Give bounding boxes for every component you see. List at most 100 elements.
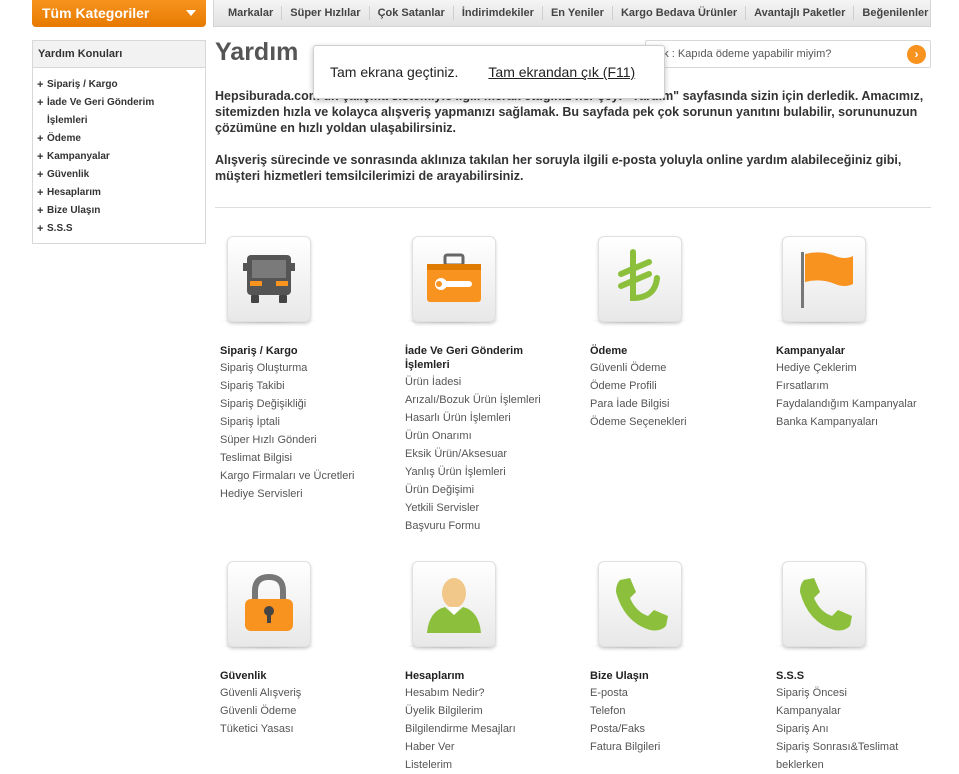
section-link[interactable]: Yanlış Ürün İşlemleri (405, 463, 555, 481)
section-link[interactable]: Eksik Ürün/Aksesuar (405, 445, 555, 463)
section-link[interactable]: Para İade Bilgisi (590, 395, 770, 413)
sidebar-item-guvenlik[interactable]: + Güvenlik (37, 166, 205, 184)
sidebar-item-odeme[interactable]: + Ödeme (37, 130, 205, 148)
user-icon (427, 578, 481, 633)
section-guvenlik: Güvenlik Güvenli Alışveriş Güvenli Ödeme… (220, 669, 400, 738)
section-link[interactable]: Hasarlı Ürün İşlemleri (405, 409, 555, 427)
section-link[interactable]: Süper Hızlı Gönderi (220, 431, 400, 449)
tile-bize-ulasin[interactable] (598, 561, 682, 647)
section-link[interactable]: Sipariş Öncesi (776, 684, 956, 702)
all-categories-label: Tüm Kategoriler (42, 5, 150, 21)
section-link[interactable]: Fırsatlarım (776, 377, 956, 395)
section-link[interactable]: Sipariş Takibi (220, 377, 400, 395)
section-link[interactable]: Hesabım Nedir? (405, 684, 585, 702)
sidebar-item-sss[interactable]: + S.S.S (37, 220, 205, 238)
help-topics-sidebar: Yardım Konuları + Sipariş / Kargo + İade V… (32, 40, 206, 244)
help-search-input[interactable]: nek : Kapıda ödeme yapabilir miyim? › (645, 40, 931, 68)
section-link[interactable]: Sipariş Değişikliği (220, 395, 400, 413)
nav-en-yeniler[interactable]: En Yeniler (543, 6, 613, 20)
tile-kampanyalar[interactable] (782, 236, 866, 322)
section-link[interactable]: Haber Ver (405, 738, 585, 756)
section-link[interactable]: Faydalandığım Kampanyalar (776, 395, 956, 413)
section-link[interactable]: Telefon (590, 702, 770, 720)
section-link[interactable]: Ürün Onarımı (405, 427, 555, 445)
section-title: Kampanyalar (776, 345, 846, 357)
nav-begenilenler[interactable]: Beğenilenler (854, 6, 936, 20)
section-link[interactable]: Güvenli Alışveriş (220, 684, 400, 702)
section-title: İade Ve Geri Gönderim İşlemleri (405, 345, 523, 371)
section-title: Ödeme (590, 345, 628, 357)
nav-markalar[interactable]: Markalar (220, 6, 283, 20)
section-link[interactable]: Posta/Faks (590, 720, 770, 738)
section-link[interactable]: beklerken (776, 756, 956, 774)
section-link[interactable]: Ödeme Seçenekleri (590, 413, 770, 431)
divider (215, 207, 931, 208)
plus-icon: + (37, 133, 44, 145)
section-sss: S.S.S Sipariş Öncesi Kampanyalar Sipariş… (776, 669, 956, 774)
nav-indirimdekiler[interactable]: İndirimdekiler (454, 6, 543, 20)
tile-odeme[interactable] (598, 236, 682, 322)
intro-text: Hepsiburada.com un çalışma sistemiyle il… (215, 88, 931, 200)
section-link[interactable]: Ürün İadesi (405, 373, 555, 391)
section-title: Sipariş / Kargo (220, 345, 298, 357)
nav-super-hizlilar[interactable]: Süper Hızlılar (282, 6, 370, 20)
section-link[interactable]: Banka Kampanyaları (776, 413, 956, 431)
nav-kargo-bedava[interactable]: Kargo Bedava Ürünler (613, 6, 747, 20)
section-link[interactable]: Başvuru Formu (405, 517, 555, 535)
section-link[interactable]: Ödeme Profili (590, 377, 770, 395)
nav-cok-satanlar[interactable]: Çok Satanlar (370, 6, 454, 20)
section-link[interactable]: Sipariş İptali (220, 413, 400, 431)
tile-sss[interactable] (782, 561, 866, 647)
sidebar-item-label: Güvenlik (47, 169, 90, 180)
fullscreen-message: Tam ekrana geçtiniz. (330, 64, 459, 80)
plus-icon: + (37, 97, 44, 109)
section-link[interactable]: Teslimat Bilgisi (220, 449, 400, 467)
section-link[interactable]: Arızalı/Bozuk Ürün İşlemleri (405, 391, 555, 409)
plus-icon: + (37, 169, 44, 181)
section-title: Hesaplarım (405, 670, 465, 682)
section-link[interactable]: Kargo Firmaları ve Ücretleri (220, 467, 400, 485)
section-link[interactable]: Kampanyalar (776, 702, 956, 720)
section-link[interactable]: E-posta (590, 684, 770, 702)
sidebar-item-bize-ulasin[interactable]: + Bize Ulaşın (37, 202, 205, 220)
section-link[interactable]: Sipariş Sonrası&Teslimat (776, 738, 956, 756)
sidebar-item-hesaplarim[interactable]: + Hesaplarım (37, 184, 205, 202)
section-link[interactable]: Sipariş Anı (776, 720, 956, 738)
section-link[interactable]: Hediye Çeklerim (776, 359, 956, 377)
sidebar-item-siparis-kargo[interactable]: + Sipariş / Kargo (37, 76, 205, 94)
tile-siparis-kargo[interactable] (227, 236, 311, 322)
section-link[interactable]: Yetkili Servisler (405, 499, 555, 517)
section-siparis-kargo: Sipariş / Kargo Sipariş Oluşturma Sipari… (220, 344, 400, 503)
section-link[interactable]: Tüketici Yasası (220, 720, 400, 738)
section-title: Bize Ulaşın (590, 670, 649, 682)
nav-avantajli-paketler[interactable]: Avantajlı Paketler (746, 6, 855, 20)
sidebar-item-label: Ödeme (47, 133, 81, 144)
section-bize-ulasin: Bize Ulaşın E-posta Telefon Posta/Faks F… (590, 669, 770, 756)
section-link[interactable]: Listelerim (405, 756, 585, 774)
sidebar-item-label: S.S.S (47, 223, 73, 234)
search-go-button[interactable]: › (907, 45, 926, 64)
plus-icon: + (37, 79, 44, 91)
search-placeholder: nek : Kapıda ödeme yapabilir miyim? (651, 48, 832, 60)
plus-icon: + (37, 151, 44, 163)
section-link[interactable]: Fatura Bilgileri (590, 738, 770, 756)
all-categories-button[interactable]: Tüm Kategoriler (32, 0, 206, 27)
toolbox-icon (427, 253, 481, 302)
sidebar-item-kampanyalar[interactable]: + Kampanyalar (37, 148, 205, 166)
sidebar-item-label: İade Ve Geri Gönderim İşlemleri (46, 97, 155, 126)
sidebar-item-iade[interactable]: + İade Ve Geri Gönderim İşlemleri (37, 94, 197, 130)
sidebar-item-label: Hesaplarım (47, 187, 101, 198)
section-title: Güvenlik (220, 670, 267, 682)
page-title: Yardım (215, 38, 299, 66)
section-link[interactable]: Bilgilendirme Mesajları (405, 720, 585, 738)
tile-guvenlik[interactable] (227, 561, 311, 647)
section-link[interactable]: Hediye Servisleri (220, 485, 400, 503)
section-link[interactable]: Ürün Değişimi (405, 481, 555, 499)
section-link[interactable]: Üyelik Bilgilerim (405, 702, 585, 720)
tile-hesaplarim[interactable] (412, 561, 496, 647)
section-link[interactable]: Güvenli Ödeme (590, 359, 770, 377)
exit-fullscreen-link[interactable]: Tam ekrandan çık (F11) (488, 64, 635, 80)
tile-iade[interactable] (412, 236, 496, 322)
section-link[interactable]: Sipariş Oluşturma (220, 359, 400, 377)
section-link[interactable]: Güvenli Ödeme (220, 702, 400, 720)
